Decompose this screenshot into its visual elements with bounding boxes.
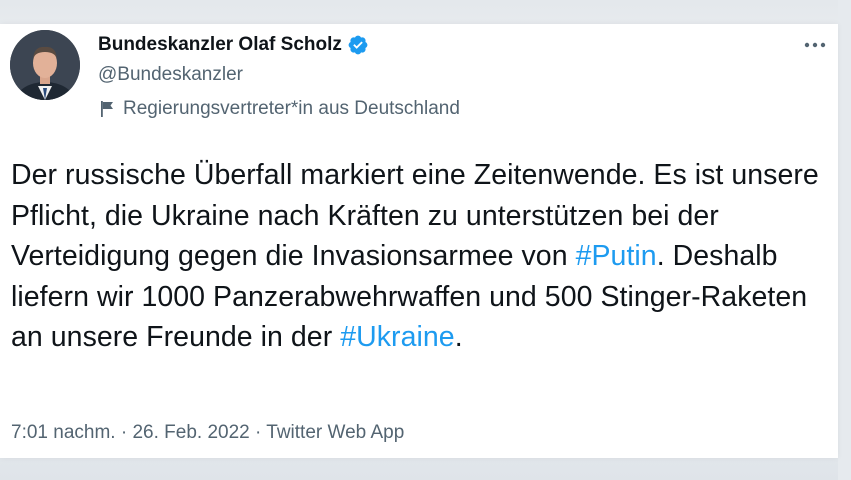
tweet-metadata: 7:01 nachm. · 26. Feb. 2022 · Twitter We… [11, 422, 404, 444]
more-horizontal-icon [803, 36, 827, 54]
verified-badge-icon [347, 34, 369, 56]
tweet-date[interactable]: 26. Feb. 2022 [132, 422, 249, 443]
hashtag-link-ukraine[interactable]: #Ukraine [340, 321, 454, 353]
flag-icon [98, 99, 116, 119]
more-options-button[interactable] [798, 32, 832, 58]
tweet-card: Bundeskanzler Olaf Scholz @Bundeskanzler… [0, 24, 838, 458]
author-display-name[interactable]: Bundeskanzler Olaf Scholz [98, 34, 342, 56]
tweet-source-link[interactable]: Twitter Web App [266, 422, 404, 443]
avatar[interactable] [10, 30, 80, 100]
tweet-time[interactable]: 7:01 nachm. [11, 422, 116, 443]
government-label-text: Regierungsvertreter*in aus Deutschland [123, 98, 460, 119]
author-handle[interactable]: @Bundeskanzler [98, 64, 243, 86]
author-name-row: Bundeskanzler Olaf Scholz [98, 34, 369, 56]
meta-separator: · [115, 422, 133, 443]
background-strip [838, 0, 851, 480]
tweet-text: Der russische Überfall markiert eine Zei… [11, 155, 821, 358]
government-label[interactable]: Regierungsvertreter*in aus Deutschland [98, 98, 460, 120]
hashtag-link-putin[interactable]: #Putin [576, 240, 657, 272]
tweet-text-segment: . [454, 321, 463, 353]
meta-separator: · [249, 422, 267, 443]
